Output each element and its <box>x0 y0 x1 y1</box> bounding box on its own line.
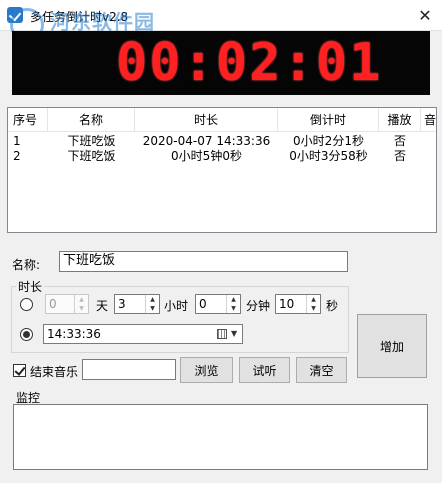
task-list[interactable]: 序号 名称 时长 倒计时 播放 音 1 下班吃饭 2020-04-07 14:3… <box>7 107 437 233</box>
time-picker[interactable]: 14:33:36 ▼ <box>43 324 243 344</box>
chevron-down-icon[interactable]: ▼ <box>146 304 159 313</box>
table-row[interactable]: 2 下班吃饭 0小时5钟0秒 0小时3分58秒 否 <box>8 149 436 164</box>
clock-digits: 00:02:01 <box>116 33 383 93</box>
hours-value: 3 <box>118 297 126 311</box>
calendar-icon[interactable] <box>217 329 227 339</box>
column-header-music[interactable]: 音 <box>421 108 438 132</box>
end-music-checkbox[interactable] <box>13 364 26 377</box>
add-button[interactable]: 增加 <box>357 314 427 378</box>
chevron-down-icon[interactable]: ▼ <box>227 304 240 313</box>
chevron-up-icon[interactable]: ▲ <box>75 295 88 304</box>
row-name: 下班吃饭 <box>67 134 116 148</box>
days-value: 0 <box>49 297 57 311</box>
row-index: 1 <box>13 134 21 148</box>
days-unit-label: 天 <box>96 299 109 313</box>
column-header-duration[interactable]: 时长 <box>135 108 278 132</box>
clear-button-label: 清空 <box>309 363 334 378</box>
row-duration: 2020-04-07 14:33:36 <box>142 134 271 148</box>
clear-button[interactable]: 清空 <box>296 357 347 383</box>
browse-button[interactable]: 浏览 <box>180 357 233 383</box>
chevron-up-icon[interactable]: ▲ <box>227 295 240 304</box>
row-name: 下班吃饭 <box>67 149 116 163</box>
column-header-name[interactable]: 名称 <box>48 108 135 132</box>
days-stepper[interactable]: 0 ▲ ▼ <box>45 294 89 314</box>
seconds-value: 10 <box>279 297 295 311</box>
close-button[interactable]: ✕ <box>408 0 442 30</box>
time-value: 14:33:36 <box>47 327 101 341</box>
column-header-index[interactable]: 序号 <box>8 108 48 132</box>
row-play: 否 <box>393 149 406 163</box>
chevron-down-icon[interactable]: ▼ <box>307 304 320 313</box>
duration-group-title: 时长 <box>16 278 45 295</box>
list-header: 序号 名称 时长 倒计时 播放 音 <box>8 108 436 132</box>
close-icon: ✕ <box>418 5 432 25</box>
minutes-stepper[interactable]: 0 ▲ ▼ <box>195 294 241 314</box>
countdown-mode-radio[interactable] <box>20 298 33 311</box>
time-mode-radio[interactable] <box>20 328 33 341</box>
column-header-play[interactable]: 播放 <box>379 108 421 132</box>
name-label: 名称: <box>12 258 41 272</box>
seconds-unit-label: 秒 <box>326 299 339 313</box>
row-countdown: 0小时2分1秒 <box>293 134 364 148</box>
monitor-log[interactable] <box>13 404 428 470</box>
days-stepper-arrows: ▲ ▼ <box>74 295 88 313</box>
add-button-label: 增加 <box>379 339 404 354</box>
seconds-stepper[interactable]: 10 ▲ ▼ <box>275 294 321 314</box>
app-icon <box>7 7 23 23</box>
led-clock-display: 00:02:01 <box>12 31 430 95</box>
minutes-value: 0 <box>199 297 207 311</box>
hours-unit-label: 小时 <box>164 299 189 313</box>
music-path-field[interactable] <box>82 359 176 380</box>
end-music-label: 结束音乐 <box>30 365 79 379</box>
name-field[interactable]: 下班吃饭 <box>59 251 348 272</box>
browse-button-label: 浏览 <box>194 363 219 378</box>
test-listen-button-label: 试听 <box>252 363 277 378</box>
chevron-down-icon[interactable]: ▼ <box>75 304 88 313</box>
title-bar: 多任务倒计时v2.8 河东软件园 www.pc0359.cn ✕ <box>0 0 442 48</box>
row-countdown: 0小时3分58秒 <box>289 149 368 163</box>
row-play: 否 <box>393 134 406 148</box>
minutes-unit-label: 分钟 <box>246 299 271 313</box>
window-title: 多任务倒计时v2.8 <box>30 10 129 24</box>
row-index: 2 <box>13 149 21 163</box>
chevron-up-icon[interactable]: ▲ <box>307 295 320 304</box>
chevron-up-icon[interactable]: ▲ <box>146 295 159 304</box>
hours-stepper-arrows: ▲ ▼ <box>145 295 159 313</box>
row-duration: 0小时5钟0秒 <box>171 149 242 163</box>
test-listen-button[interactable]: 试听 <box>239 357 290 383</box>
dropdown-arrow-icon[interactable]: ▼ <box>231 329 237 338</box>
seconds-stepper-arrows: ▲ ▼ <box>306 295 320 313</box>
minutes-stepper-arrows: ▲ ▼ <box>226 295 240 313</box>
hours-stepper[interactable]: 3 ▲ ▼ <box>114 294 160 314</box>
column-header-countdown[interactable]: 倒计时 <box>278 108 379 132</box>
table-row[interactable]: 1 下班吃饭 2020-04-07 14:33:36 0小时2分1秒 否 <box>8 134 436 149</box>
